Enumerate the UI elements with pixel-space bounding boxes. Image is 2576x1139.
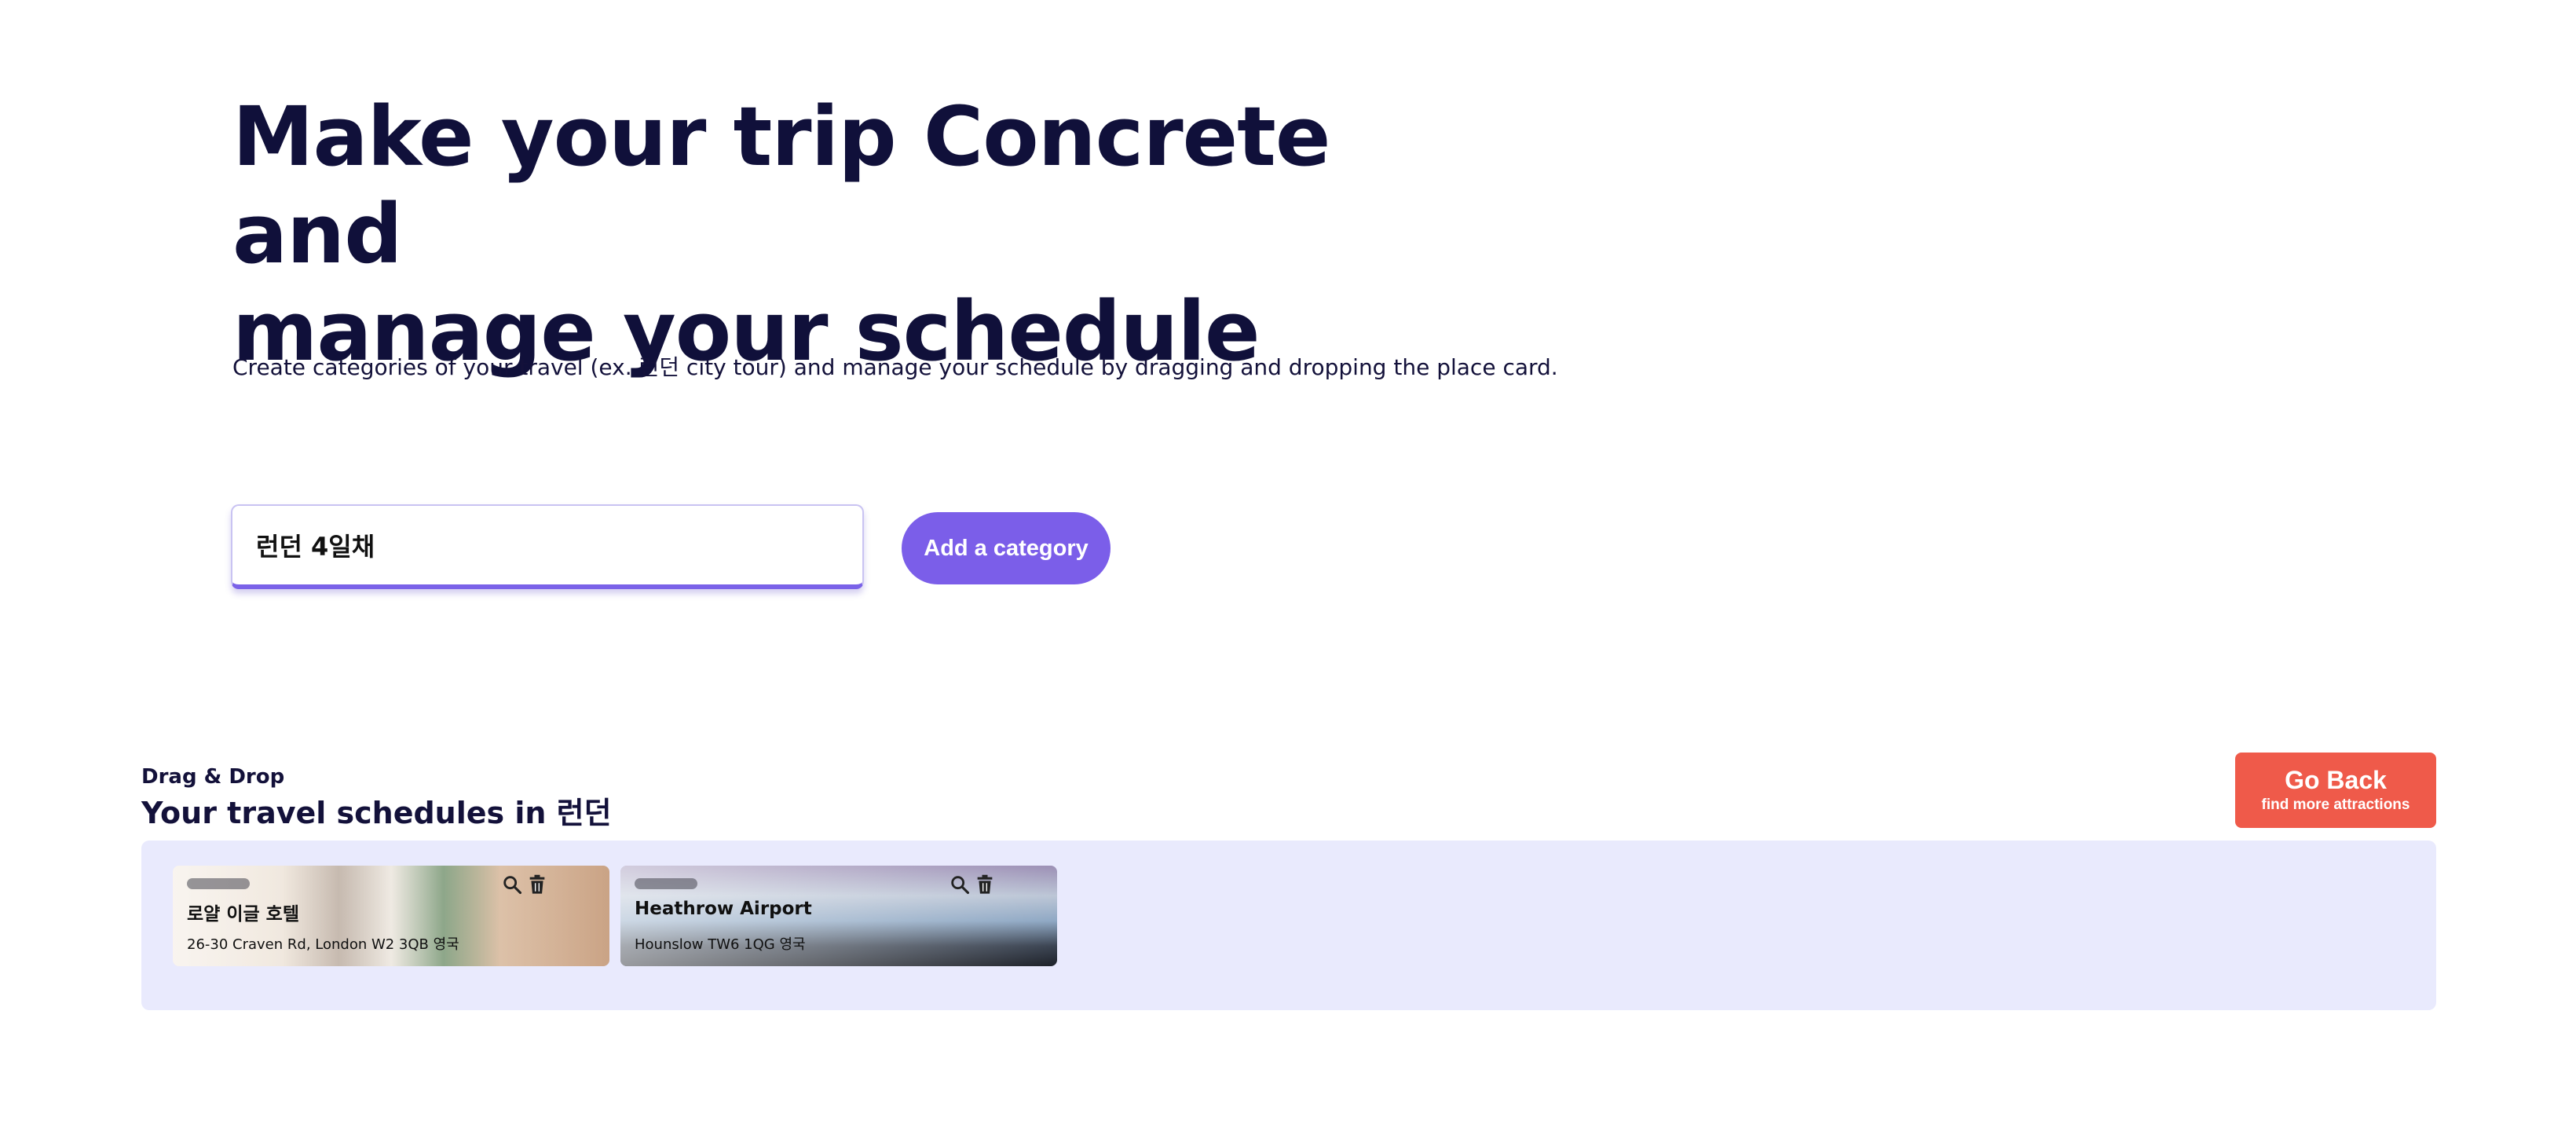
go-back-label: Go Back [2285, 766, 2387, 794]
place-card[interactable]: 로얄 이글 호텔 26-30 Craven Rd, London W2 3QB … [173, 866, 609, 966]
section-title: Your travel schedules in 런던 [141, 796, 612, 830]
schedule-board[interactable]: 로얄 이글 호텔 26-30 Craven Rd, London W2 3QB … [141, 841, 2436, 1010]
hero-description: Create categories of your travel (ex. 런던… [232, 354, 1558, 380]
trash-icon[interactable] [974, 873, 996, 895]
place-card[interactable]: Heathrow Airport Hounslow TW6 1QG 영국 [620, 866, 1057, 966]
drag-handle[interactable] [187, 878, 250, 889]
search-icon[interactable] [501, 873, 523, 895]
place-card-name: 로얄 이글 호텔 [187, 904, 299, 925]
drag-handle[interactable] [635, 878, 697, 889]
place-card-address: 26-30 Craven Rd, London W2 3QB 영국 [187, 936, 459, 953]
place-card-name: Heathrow Airport [635, 899, 812, 919]
search-icon[interactable] [949, 873, 971, 895]
add-category-button[interactable]: Add a category [902, 512, 1111, 584]
trash-icon[interactable] [526, 873, 548, 895]
hero-title: Make your trip Concrete and manage your … [232, 88, 1411, 380]
go-back-sublabel: find more attractions [2261, 797, 2410, 813]
category-name-input[interactable] [231, 504, 864, 589]
place-card-address: Hounslow TW6 1QG 영국 [635, 936, 806, 953]
section-kicker: Drag & Drop [141, 765, 285, 789]
go-back-button[interactable]: Go Back find more attractions [2235, 753, 2436, 828]
hero-title-line-1: Make your trip Concrete and [232, 89, 1330, 282]
